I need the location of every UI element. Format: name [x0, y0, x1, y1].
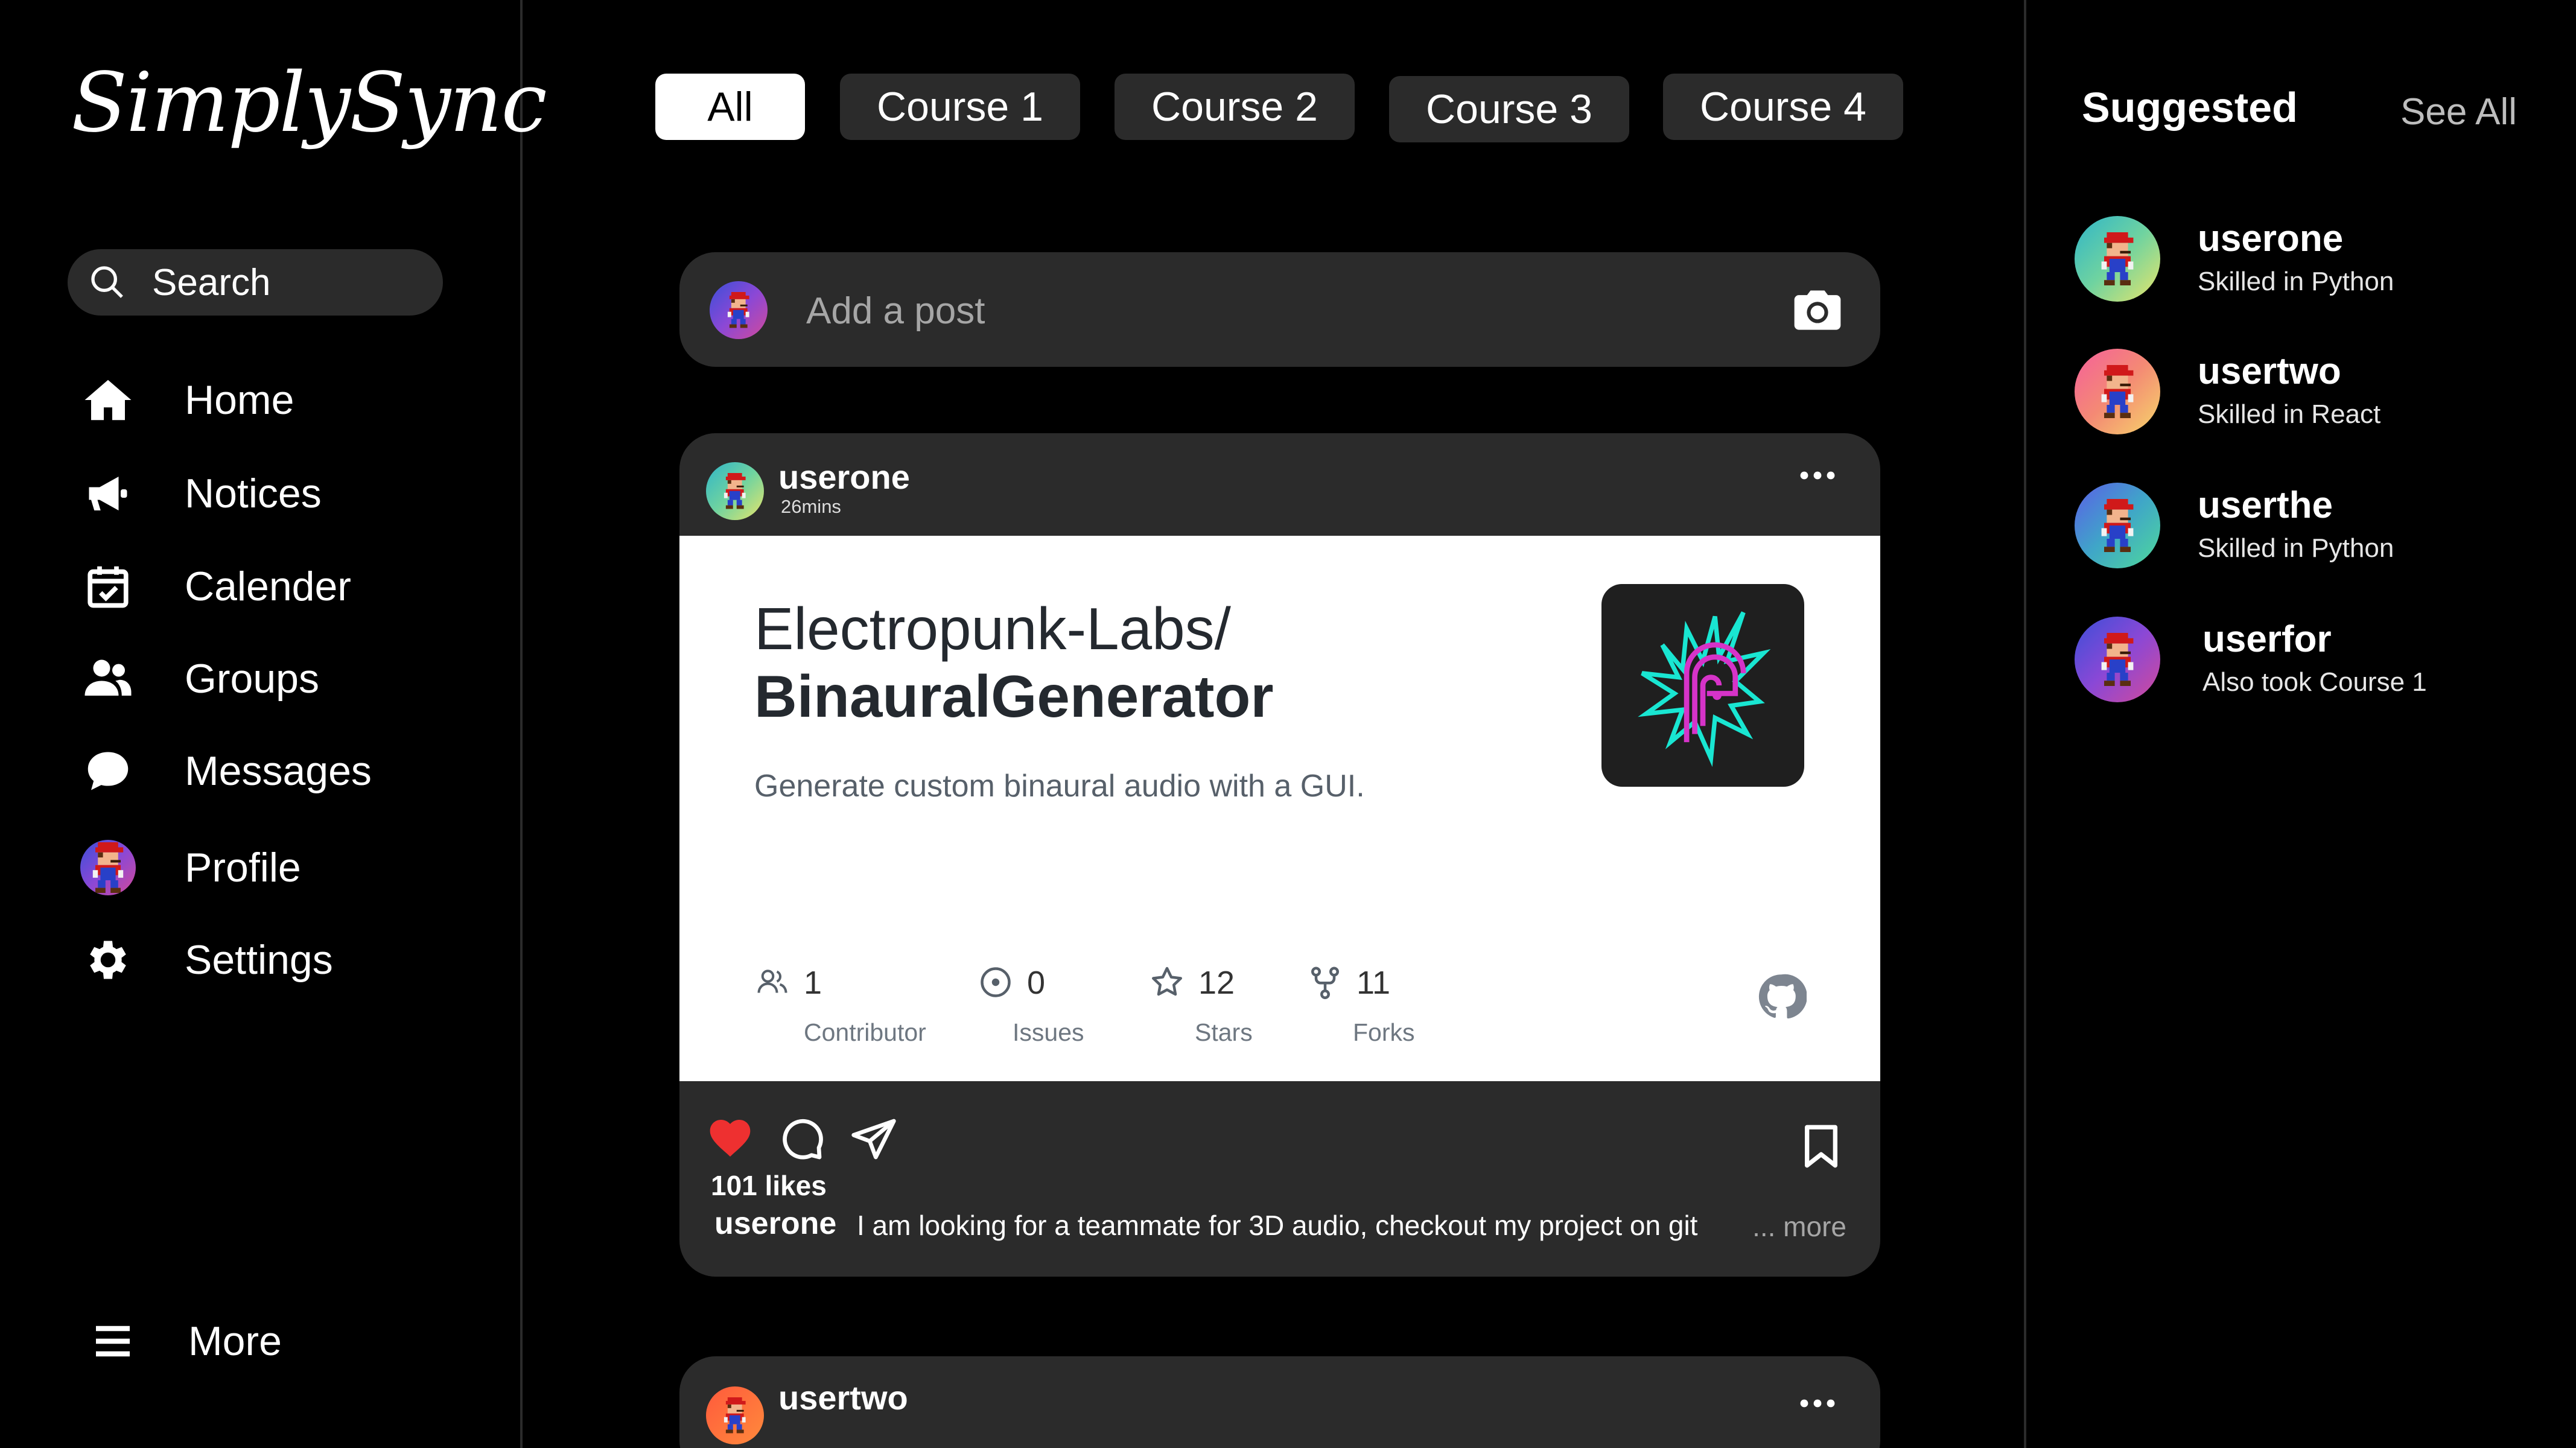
sidebar-item-groups[interactable]: Groups: [80, 646, 319, 712]
suggested-user[interactable]: userfor Also took Course 1: [2075, 617, 2557, 707]
suggested-user[interactable]: userthe Skilled in Python: [2075, 483, 2557, 573]
camera-icon[interactable]: [1790, 284, 1845, 339]
caption-more-link[interactable]: ... more: [1752, 1210, 1846, 1243]
suggested-subtitle: Also took Course 1: [2202, 667, 2427, 697]
left-sidebar: SimplySync Search Home Notices Calender …: [0, 0, 547, 1448]
megaphone-icon: [80, 465, 136, 522]
suggested-username[interactable]: userone: [2198, 217, 2343, 260]
forks-label: Forks: [1353, 1018, 1415, 1046]
sidebar-item-profile[interactable]: Profile: [80, 834, 301, 901]
tab-course-4[interactable]: Course 4: [1663, 74, 1903, 140]
avatar[interactable]: [2075, 617, 2160, 702]
post-username[interactable]: usertwo: [778, 1378, 908, 1417]
chat-bubble-icon: [80, 743, 136, 799]
suggested-user[interactable]: usertwo Skilled in React: [2075, 349, 2557, 439]
sidebar-item-calendar[interactable]: Calender: [80, 553, 351, 620]
star-icon: [1152, 967, 1182, 996]
post-card: userone 26mins Electropunk-Labs/ Binaura…: [679, 433, 1880, 1277]
avatar[interactable]: [2075, 216, 2160, 302]
tab-all[interactable]: All: [655, 74, 805, 140]
fork-icon: [1311, 967, 1339, 1000]
sidebar-more[interactable]: More: [84, 1308, 282, 1374]
search-icon: [91, 266, 123, 298]
gear-icon: [80, 932, 136, 988]
avatar[interactable]: [706, 1386, 764, 1444]
sidebar-item-label: Notices: [185, 471, 322, 516]
avatar[interactable]: [2075, 483, 2160, 568]
sidebar-item-label: Groups: [185, 656, 319, 702]
groups-icon: [80, 650, 136, 707]
repo-owner: Electropunk-Labs/: [754, 595, 1231, 662]
sidebar-item-home[interactable]: Home: [80, 367, 294, 433]
stars-label: Stars: [1195, 1018, 1253, 1046]
see-all-link[interactable]: See All: [2400, 91, 2517, 133]
suggested-title: Suggested: [2082, 84, 2298, 131]
menu-icon: [84, 1313, 141, 1370]
comment-icon[interactable]: [777, 1115, 825, 1163]
avatar: [80, 840, 136, 895]
sidebar-item-messages[interactable]: Messages: [80, 738, 372, 804]
repo-logo-image: [1601, 584, 1804, 787]
search-bar[interactable]: Search: [68, 249, 443, 316]
sidebar-item-label: Profile: [185, 845, 301, 891]
heart-icon[interactable]: [706, 1114, 754, 1162]
sidebar-item-label: Calender: [185, 564, 351, 609]
more-options-icon[interactable]: [1799, 469, 1836, 481]
home-icon: [80, 372, 136, 428]
suggested-subtitle: Skilled in Python: [2198, 267, 2394, 296]
more-options-icon[interactable]: [1799, 1397, 1836, 1409]
tab-course-3[interactable]: Course 3: [1389, 76, 1629, 142]
sidebar-more-label: More: [188, 1318, 282, 1364]
sidebar-item-settings[interactable]: Settings: [80, 927, 333, 993]
suggested-subtitle: Skilled in React: [2198, 399, 2381, 429]
forks-count: 11: [1356, 965, 1391, 1001]
avatar[interactable]: [2075, 349, 2160, 434]
sidebar-item-notices[interactable]: Notices: [80, 460, 322, 527]
avatar: [710, 281, 768, 339]
issues-count: 0: [1027, 965, 1046, 1001]
search-label: Search: [152, 261, 271, 303]
issues-label: Issues: [1013, 1018, 1084, 1046]
post-composer[interactable]: Add a post: [679, 252, 1880, 367]
sidebar-item-label: Home: [185, 377, 294, 423]
suggested-subtitle: Skilled in Python: [2198, 533, 2394, 563]
composer-placeholder[interactable]: Add a post: [806, 290, 985, 332]
github-repo-card[interactable]: Electropunk-Labs/ BinauralGenerator Gene…: [679, 536, 1880, 1081]
avatar[interactable]: [706, 462, 764, 520]
app-logo[interactable]: SimplySync: [71, 56, 547, 151]
bookmark-icon[interactable]: [1797, 1122, 1845, 1170]
suggested-username[interactable]: usertwo: [2198, 350, 2341, 393]
post-username[interactable]: userone: [778, 457, 910, 497]
contributors-icon: [757, 970, 787, 993]
github-icon[interactable]: [1756, 971, 1807, 1022]
post-timestamp: 26mins: [781, 496, 841, 517]
suggested-username[interactable]: userfor: [2202, 618, 2332, 661]
repo-description: Generate custom binaural audio with a GU…: [754, 769, 1365, 804]
sidebar-item-label: Messages: [185, 748, 372, 794]
tab-course-1[interactable]: Course 1: [840, 74, 1080, 140]
suggested-user[interactable]: userone Skilled in Python: [2075, 216, 2557, 306]
stars-count: 12: [1198, 965, 1235, 1001]
calendar-icon: [80, 558, 136, 615]
tab-course-2[interactable]: Course 2: [1115, 74, 1355, 140]
sidebar-item-label: Settings: [185, 937, 333, 983]
post-caption: I am looking for a teammate for 3D audio…: [857, 1210, 1698, 1241]
caption-username[interactable]: userone: [714, 1205, 836, 1242]
profile-icon-wrap: [80, 839, 136, 896]
repo-name: BinauralGenerator: [754, 663, 1274, 729]
share-icon[interactable]: [850, 1115, 898, 1163]
likes-count[interactable]: 101 likes: [711, 1169, 827, 1202]
post-card: usertwo: [679, 1356, 1880, 1448]
contributors-label: Contributor: [804, 1018, 926, 1046]
contributors-count: 1: [804, 965, 822, 1001]
issue-icon: [981, 967, 1011, 997]
suggested-panel: Suggested See All userone Skilled in Pyt…: [2024, 0, 2576, 1448]
suggested-username[interactable]: userthe: [2198, 484, 2333, 527]
